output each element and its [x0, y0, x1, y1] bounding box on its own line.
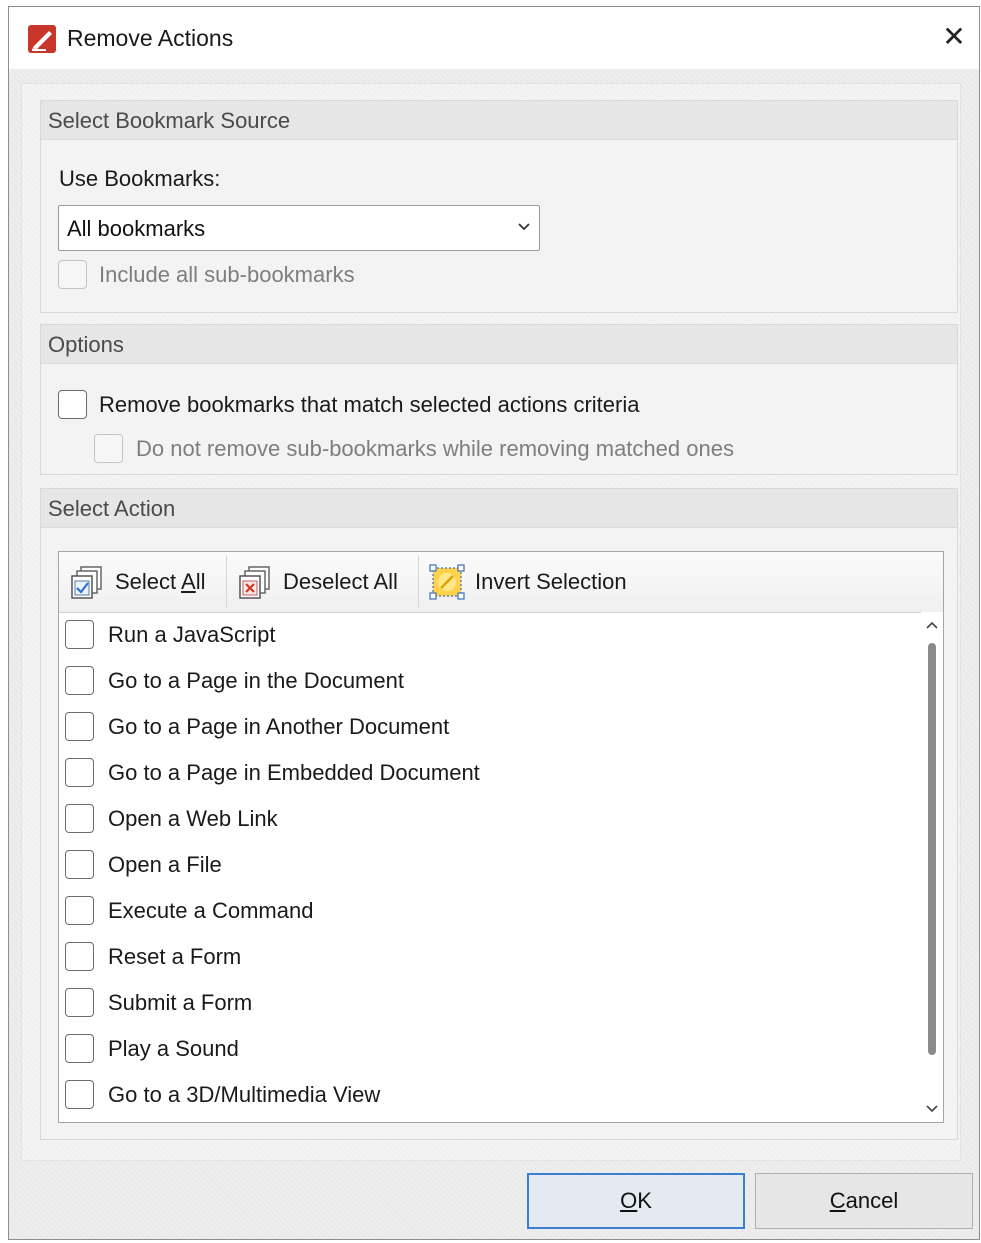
- actions-list-panel: Select All Deselect All Invert Selection…: [58, 551, 944, 1123]
- invert-selection-icon: [429, 564, 465, 600]
- actions-list: Run a JavaScript Go to a Page in the Doc…: [59, 612, 921, 1122]
- use-bookmarks-select[interactable]: All bookmarks: [58, 205, 540, 251]
- cancel-label: Cancel: [829, 1188, 899, 1213]
- select-all-icon: [71, 566, 102, 599]
- actions-toolbar: Select All Deselect All Invert Selection: [59, 552, 943, 613]
- cancel-button[interactable]: Cancel: [755, 1173, 973, 1229]
- ok-label: OK: [620, 1188, 652, 1213]
- action-label: Go to a Page in Another Document: [108, 714, 450, 739]
- action-label: Submit a Form: [108, 990, 253, 1015]
- scrollbar-thumb[interactable]: [928, 643, 936, 1055]
- include-sub-bookmarks-checkbox[interactable]: [58, 260, 87, 289]
- close-icon: ✕: [942, 20, 966, 52]
- action-checkbox[interactable]: [65, 942, 94, 971]
- keep-sub-bookmarks-checkbox[interactable]: [94, 434, 123, 463]
- select-all-label: Select All: [115, 569, 206, 594]
- action-checkbox[interactable]: [65, 620, 94, 649]
- list-item[interactable]: Submit a Form: [65, 980, 921, 1026]
- action-label: Go to a Page in the Document: [108, 668, 404, 693]
- chevron-down-icon: [518, 223, 530, 231]
- list-item[interactable]: Open a Web Link: [65, 796, 921, 842]
- select-all-button[interactable]: Select All: [59, 552, 226, 612]
- remove-matching-label: Remove bookmarks that match selected act…: [99, 392, 640, 417]
- group-title: Select Bookmark Source: [48, 108, 291, 133]
- action-checkbox[interactable]: [65, 896, 94, 925]
- action-label: Reset a Form: [108, 944, 242, 969]
- list-item[interactable]: Go to a Page in the Document: [65, 658, 921, 704]
- group-title: Select Action: [48, 496, 176, 521]
- app-logo-icon: [28, 25, 56, 53]
- action-checkbox[interactable]: [65, 804, 94, 833]
- options-group: Options Remove bookmarks that match sele…: [40, 324, 958, 475]
- remove-matching-checkbox[interactable]: [58, 390, 87, 419]
- action-label: Go to a Page in Embedded Document: [108, 760, 480, 785]
- select-action-group: Select Action Select All Deselect All In…: [40, 488, 958, 1140]
- keep-sub-bookmarks-label: Do not remove sub-bookmarks while removi…: [136, 436, 734, 461]
- action-label: Execute a Command: [108, 898, 314, 923]
- dialog-title: Remove Actions: [67, 25, 234, 51]
- action-checkbox[interactable]: [65, 1080, 94, 1109]
- group-title: Options: [48, 332, 124, 357]
- vertical-scrollbar[interactable]: [921, 612, 943, 1122]
- invert-selection-button[interactable]: Invert Selection: [419, 552, 659, 612]
- use-bookmarks-label: Use Bookmarks:: [59, 166, 221, 191]
- list-item[interactable]: Go to a Page in Another Document: [65, 704, 921, 750]
- list-item[interactable]: Go to a 3D/Multimedia View: [65, 1072, 921, 1118]
- action-checkbox[interactable]: [65, 712, 94, 741]
- list-item[interactable]: Go to a Page in Embedded Document: [65, 750, 921, 796]
- action-checkbox[interactable]: [65, 988, 94, 1017]
- group-header: Select Action: [41, 489, 957, 528]
- group-header: Select Bookmark Source: [41, 101, 957, 140]
- list-item[interactable]: Open a File: [65, 842, 921, 888]
- dialog-footer: OK Cancel: [9, 1159, 979, 1239]
- ok-button[interactable]: OK: [527, 1173, 745, 1229]
- remove-actions-dialog: Remove Actions ✕ Select Bookmark Source …: [8, 6, 980, 1240]
- action-checkbox[interactable]: [65, 666, 94, 695]
- action-label: Play a Sound: [108, 1036, 239, 1061]
- action-checkbox[interactable]: [65, 758, 94, 787]
- deselect-all-icon: [239, 566, 270, 599]
- action-checkbox[interactable]: [65, 850, 94, 879]
- action-label: Run a JavaScript: [108, 622, 276, 647]
- list-item[interactable]: Run a JavaScript: [65, 612, 921, 658]
- list-item[interactable]: Play a Sound: [65, 1026, 921, 1072]
- bookmark-source-group: Select Bookmark Source Use Bookmarks: Al…: [40, 100, 958, 313]
- action-label: Go to a 3D/Multimedia View: [108, 1082, 381, 1107]
- invert-selection-label: Invert Selection: [475, 569, 627, 594]
- action-checkbox[interactable]: [65, 1034, 94, 1063]
- action-label: Open a Web Link: [108, 806, 278, 831]
- chevron-down-icon[interactable]: [924, 1100, 940, 1116]
- chevron-up-icon[interactable]: [924, 618, 940, 634]
- deselect-all-button[interactable]: Deselect All: [227, 552, 418, 612]
- title-bar: Remove Actions ✕: [9, 7, 979, 69]
- action-label: Open a File: [108, 852, 222, 877]
- deselect-all-label: Deselect All: [283, 569, 398, 594]
- list-item[interactable]: Execute a Command: [65, 888, 921, 934]
- group-header: Options: [41, 325, 957, 364]
- select-value: All bookmarks: [67, 216, 206, 241]
- close-button[interactable]: ✕: [935, 17, 973, 55]
- list-item[interactable]: Reset a Form: [65, 934, 921, 980]
- include-sub-bookmarks-label: Include all sub-bookmarks: [99, 262, 355, 287]
